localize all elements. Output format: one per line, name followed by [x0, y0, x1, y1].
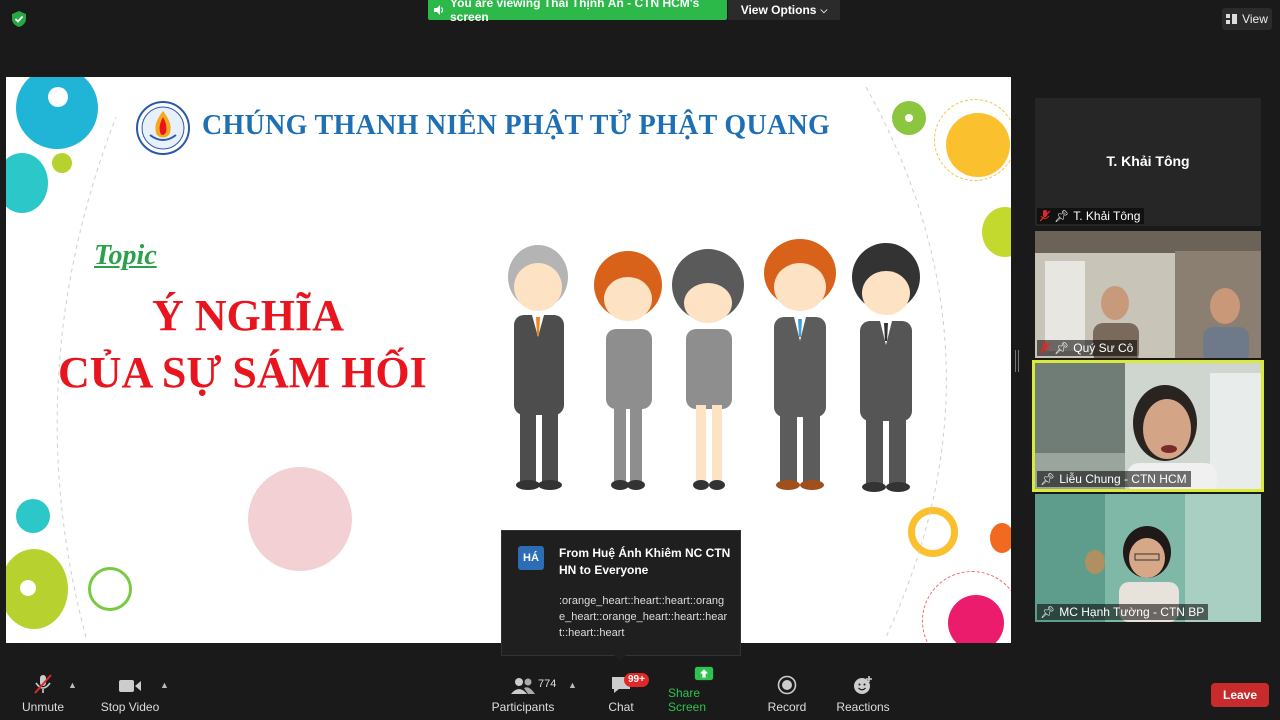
participant-label-text: Liễu Chung - CTN HCM [1059, 472, 1187, 486]
smiley-plus-icon [854, 676, 872, 694]
participant-label-text: T. Khải Tông [1073, 209, 1141, 223]
chat-popup-pointer [614, 655, 626, 661]
record-label: Record [767, 700, 807, 714]
share-screen-icon [694, 666, 714, 681]
chat-sender: From Huệ Ánh Khiêm NC CTN HN to Everyone [559, 546, 731, 577]
slide-title: CHÚNG THANH NIÊN PHẬT TỬ PHẬT QUANG [202, 110, 831, 141]
participant-tile[interactable]: 📌︎ MC Hạnh Tường - CTN BP [1035, 494, 1261, 622]
view-options-label: View Options [740, 3, 817, 17]
mic-muted-icon [1040, 342, 1050, 354]
meeting-toolbar: Unmute ▲ Stop Video ▲ Participants 774 ▲… [0, 666, 1280, 720]
participant-tile[interactable]: T. Khải Tông 📌︎ T. Khải Tông [1035, 98, 1261, 226]
participants-options-caret-icon[interactable]: ▲ [568, 680, 577, 690]
slide-topic-label: Topic [94, 240, 157, 271]
chevron-down-icon: ⌵ [820, 4, 828, 15]
avatar: HÁ [518, 546, 544, 570]
grid-view-icon [1226, 14, 1238, 24]
bowing-people-illustration [508, 239, 920, 492]
participant-label: 📌︎ Liễu Chung - CTN HCM [1037, 471, 1191, 487]
participant-tile[interactable]: 📌︎ Quý Sư Cô [1035, 231, 1261, 358]
pin-icon: 📌︎ [1040, 472, 1056, 486]
chat-unread-badge: 99+ [624, 673, 649, 687]
reactions-label: Reactions [836, 700, 890, 714]
participants-button[interactable]: Participants [490, 666, 556, 720]
leave-button[interactable]: Leave [1211, 683, 1269, 707]
participants-count: 774 [538, 678, 557, 690]
chat-message: :orange_heart::heart::heart::orange_hear… [559, 595, 728, 639]
pin-icon: 📌︎ [1054, 209, 1070, 223]
audio-options-caret-icon[interactable]: ▲ [68, 680, 77, 690]
speaker-icon [434, 5, 444, 15]
unmute-label: Unmute [21, 700, 65, 714]
participant-tile-active-speaker[interactable]: 📌︎ Liễu Chung - CTN HCM [1032, 360, 1264, 492]
participant-video [1035, 494, 1261, 622]
share-screen-label: Share Screen [668, 686, 707, 714]
viewing-text: You are viewing Thái Thịnh Ân - CTN HCM'… [450, 0, 700, 24]
stop-video-button[interactable]: Stop Video [98, 666, 162, 720]
organization-logo [136, 101, 190, 155]
unmute-button[interactable]: Unmute [14, 666, 72, 720]
participant-label-text: MC Hạnh Tường - CTN BP [1059, 605, 1205, 619]
participant-label: 📌︎ T. Khải Tông [1037, 208, 1145, 224]
stop-video-label: Stop Video [100, 700, 160, 714]
participant-label-text: Quý Sư Cô [1073, 341, 1134, 355]
video-camera-icon [119, 680, 141, 692]
mic-muted-icon [1040, 210, 1050, 222]
security-shield-icon[interactable] [10, 10, 28, 28]
chat-label: Chat [608, 700, 634, 714]
participant-name: T. Khải Tông [1106, 153, 1190, 169]
pin-icon: 📌︎ [1040, 605, 1056, 619]
slide-heading-line-2: CỦA SỰ SÁM HỐI [58, 348, 427, 397]
view-button[interactable]: View [1222, 8, 1272, 30]
mic-muted-icon [34, 674, 52, 694]
pin-icon: 📌︎ [1054, 341, 1070, 355]
participants-icon [511, 678, 535, 694]
slide-heading-line-1: Ý NGHĨA [152, 291, 344, 340]
participant-video [1035, 231, 1261, 358]
participant-label: 📌︎ Quý Sư Cô [1037, 340, 1138, 356]
chat-notification-popup[interactable]: HÁ From Huệ Ánh Khiêm NC CTN HN to Every… [501, 530, 741, 656]
viewing-screen-banner: You are viewing Thái Thịnh Ân - CTN HCM'… [428, 0, 727, 24]
share-screen-button[interactable]: Share Screen [668, 666, 740, 720]
view-options-button[interactable]: View Options ⌵ [728, 0, 840, 20]
reactions-button[interactable]: Reactions [834, 666, 892, 720]
participant-label: 📌︎ MC Hạnh Tường - CTN BP [1037, 604, 1209, 620]
participants-label: Participants [491, 700, 555, 714]
record-button[interactable]: Record [764, 666, 810, 720]
record-icon [777, 675, 797, 695]
video-options-caret-icon[interactable]: ▲ [160, 680, 169, 690]
view-label: View [1242, 12, 1268, 26]
panel-resize-handle[interactable] [1015, 350, 1019, 372]
